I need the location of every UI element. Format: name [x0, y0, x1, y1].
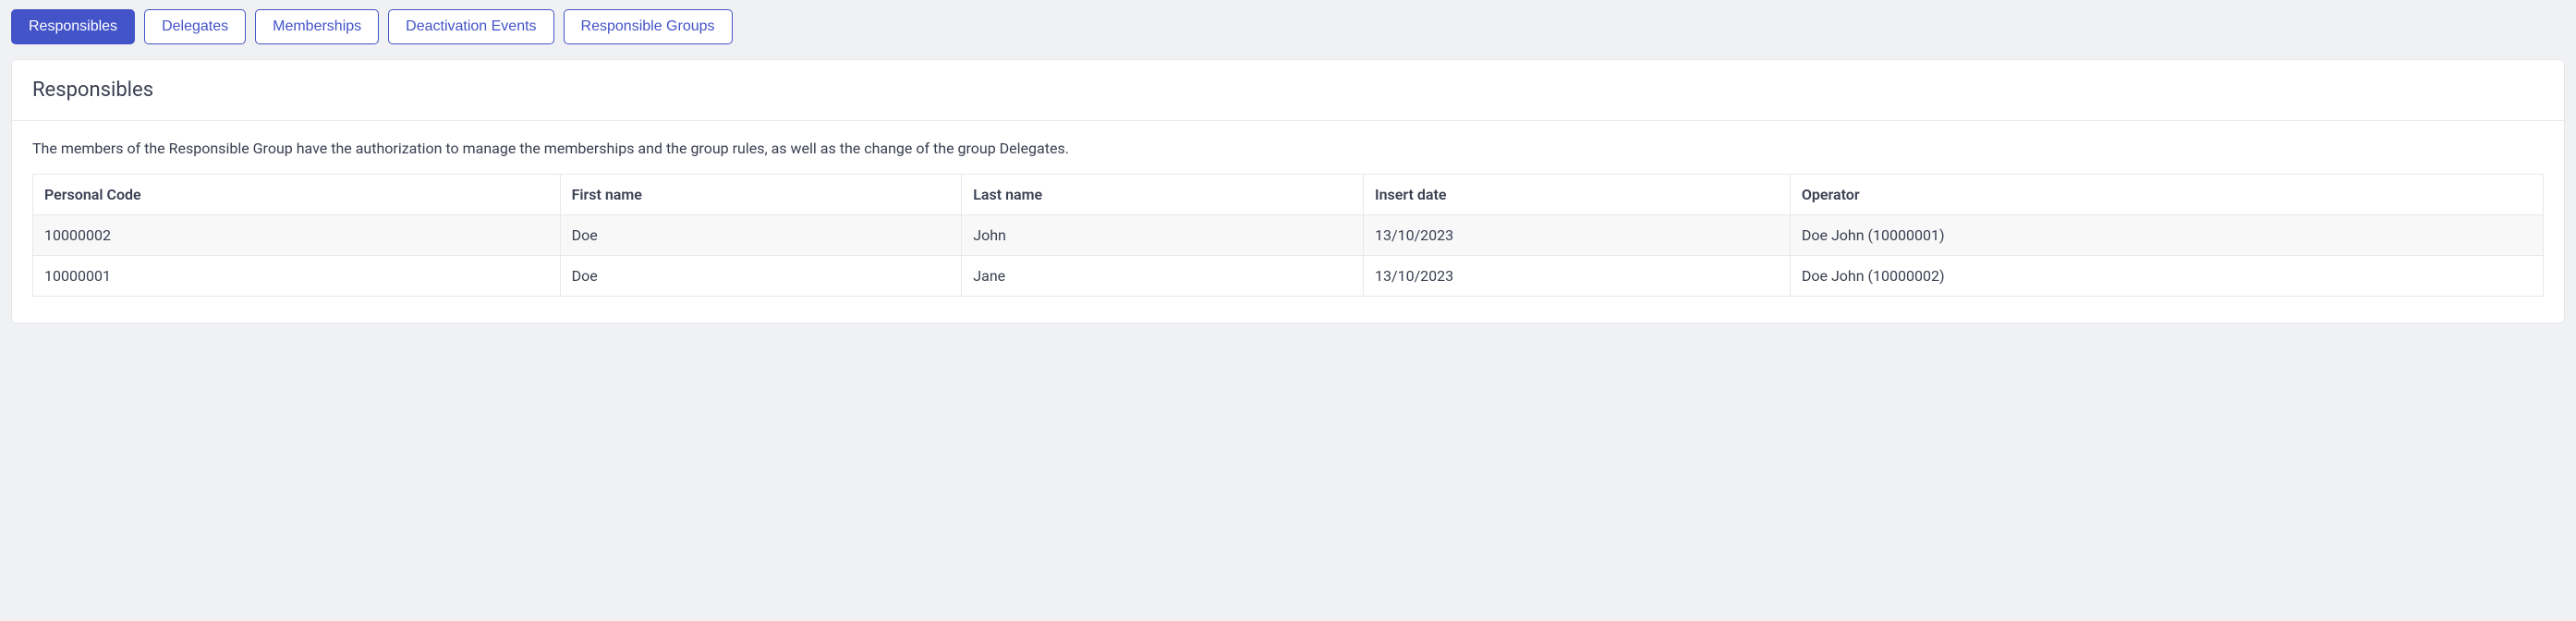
table-row: 10000001 Doe Jane 13/10/2023 Doe John (1… — [33, 256, 2544, 297]
cell-operator: Doe John (10000001) — [1790, 215, 2543, 256]
panel-header: Responsibles — [12, 60, 2564, 121]
tabs-container: Responsibles Delegates Memberships Deact… — [11, 9, 2565, 44]
table-row: 10000002 Doe John 13/10/2023 Doe John (1… — [33, 215, 2544, 256]
panel-body: The members of the Responsible Group hav… — [12, 121, 2564, 323]
cell-insert-date: 13/10/2023 — [1364, 256, 1791, 297]
cell-first-name: Doe — [560, 215, 962, 256]
tab-responsibles[interactable]: Responsibles — [11, 9, 135, 44]
cell-operator: Doe John (10000002) — [1790, 256, 2543, 297]
cell-last-name: John — [962, 215, 1364, 256]
tab-memberships[interactable]: Memberships — [255, 9, 379, 44]
cell-personal-code: 10000002 — [33, 215, 561, 256]
cell-first-name: Doe — [560, 256, 962, 297]
cell-personal-code: 10000001 — [33, 256, 561, 297]
table-header-row: Personal Code First name Last name Inser… — [33, 175, 2544, 215]
tab-deactivation-events[interactable]: Deactivation Events — [388, 9, 553, 44]
column-header-operator: Operator — [1790, 175, 2543, 215]
tab-responsible-groups[interactable]: Responsible Groups — [564, 9, 733, 44]
column-header-first-name: First name — [560, 175, 962, 215]
panel-description: The members of the Responsible Group hav… — [32, 140, 2544, 157]
column-header-last-name: Last name — [962, 175, 1364, 215]
panel-title: Responsibles — [32, 79, 2544, 102]
tab-delegates[interactable]: Delegates — [144, 9, 246, 44]
column-header-personal-code: Personal Code — [33, 175, 561, 215]
cell-last-name: Jane — [962, 256, 1364, 297]
column-header-insert-date: Insert date — [1364, 175, 1791, 215]
responsibles-panel: Responsibles The members of the Responsi… — [11, 59, 2565, 323]
responsibles-table: Personal Code First name Last name Inser… — [32, 174, 2544, 297]
cell-insert-date: 13/10/2023 — [1364, 215, 1791, 256]
